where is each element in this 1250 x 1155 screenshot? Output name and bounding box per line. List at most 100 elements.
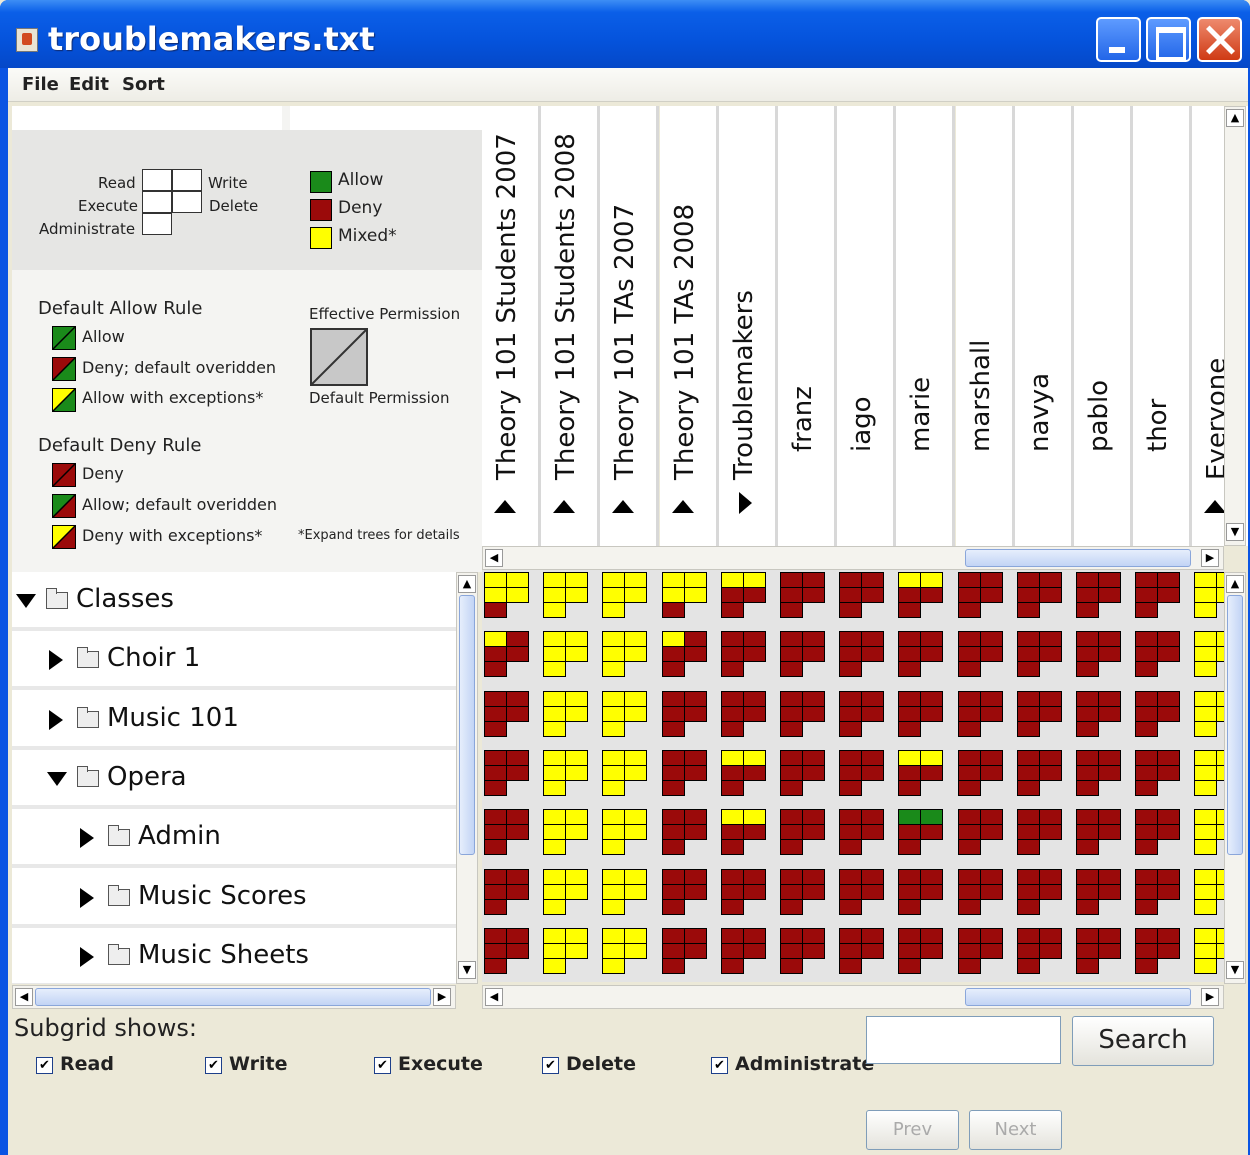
permission-cell[interactable] (543, 749, 589, 797)
permission-cell[interactable] (484, 749, 530, 797)
permission-cell[interactable] (1135, 572, 1181, 619)
permission-cell[interactable] (484, 927, 530, 975)
permission-cell[interactable] (898, 868, 944, 916)
permission-cell[interactable] (1016, 809, 1063, 856)
permission-cell[interactable] (780, 631, 826, 678)
tree-horizontal-scrollbar[interactable]: ◀ ▶ (12, 985, 456, 1009)
permission-cell[interactable] (484, 631, 530, 678)
permission-cell[interactable] (839, 927, 885, 975)
permission-cell[interactable] (661, 631, 708, 678)
tree-node[interactable]: Choir 1 (12, 631, 456, 691)
permission-cell[interactable] (898, 690, 944, 738)
permission-cell[interactable] (602, 631, 648, 678)
sort-up-icon[interactable] (494, 500, 516, 513)
scroll-down-icon[interactable]: ▼ (458, 961, 476, 979)
permission-cell[interactable] (839, 809, 885, 856)
permission-cell[interactable] (661, 868, 708, 916)
minimize-button[interactable] (1096, 17, 1141, 62)
menu-sort[interactable]: Sort (122, 74, 165, 95)
subgrid-checkbox[interactable]: ✔ (374, 1057, 391, 1074)
subgrid-checkbox-label[interactable]: Administrate (735, 1053, 874, 1075)
subgrid-checkbox-label[interactable]: Read (60, 1053, 114, 1075)
permission-cell[interactable] (484, 690, 530, 738)
permission-cell[interactable] (720, 749, 767, 797)
column-header[interactable]: Troublemakers (718, 106, 778, 546)
permission-cell[interactable] (1135, 927, 1181, 975)
permission-cell[interactable] (898, 927, 944, 975)
grid-horizontal-scrollbar[interactable]: ◀ ▶ (482, 985, 1224, 1009)
permission-cell[interactable] (602, 749, 648, 797)
permission-cell[interactable] (1076, 749, 1122, 797)
tree-vertical-scrollbar[interactable]: ▲ ▼ (456, 572, 478, 984)
permission-cell[interactable] (957, 631, 1004, 678)
expand-arrow-icon[interactable] (738, 492, 752, 514)
permission-cell[interactable] (1194, 572, 1224, 619)
column-header[interactable]: marie (896, 106, 956, 546)
permission-cell[interactable] (1016, 927, 1063, 975)
tree-node[interactable]: Classes (12, 572, 456, 631)
permission-cell[interactable] (1194, 749, 1224, 797)
column-header[interactable]: navya (1014, 106, 1074, 546)
permission-cell[interactable] (720, 809, 767, 856)
tree-node[interactable]: Music 101 (12, 691, 456, 750)
tree-node[interactable]: Music Sheets (12, 928, 456, 984)
permission-cell[interactable] (957, 690, 1004, 738)
scroll-down-icon[interactable]: ▼ (1226, 961, 1244, 979)
tree-collapsed-icon[interactable] (49, 709, 63, 730)
subgrid-checkbox[interactable]: ✔ (36, 1057, 53, 1074)
column-header[interactable]: Theory 101 TAs 2007 (600, 106, 660, 546)
tree-node[interactable]: Admin (12, 809, 456, 869)
permission-cell[interactable] (1194, 868, 1224, 916)
permission-cell[interactable] (780, 572, 826, 619)
sort-up-icon[interactable] (671, 500, 694, 513)
permission-cell[interactable] (839, 572, 885, 619)
permission-cell[interactable] (780, 809, 826, 856)
next-button[interactable]: Next (969, 1110, 1062, 1150)
search-input[interactable] (866, 1016, 1061, 1064)
close-button[interactable] (1197, 17, 1242, 62)
scroll-right-icon[interactable]: ▶ (433, 988, 451, 1006)
permission-cell[interactable] (1135, 809, 1181, 856)
permission-cell[interactable] (957, 927, 1004, 975)
permission-cell[interactable] (720, 572, 767, 619)
tree-collapsed-icon[interactable] (49, 650, 63, 671)
permission-cell[interactable] (1016, 749, 1063, 797)
prev-button[interactable]: Prev (866, 1110, 959, 1150)
scroll-thumb[interactable] (459, 595, 475, 855)
scroll-thumb[interactable] (1227, 595, 1243, 855)
tree-collapsed-icon[interactable] (80, 946, 94, 967)
permission-cell[interactable] (898, 809, 944, 856)
tree-node[interactable]: Opera (12, 750, 456, 809)
scroll-thumb[interactable] (35, 988, 431, 1006)
permission-cell[interactable] (661, 809, 708, 856)
permission-cell[interactable] (661, 690, 708, 738)
menu-file[interactable]: File (22, 74, 59, 95)
scroll-thumb[interactable] (965, 549, 1191, 567)
permission-cell[interactable] (839, 631, 885, 678)
permission-cell[interactable] (484, 809, 530, 856)
permission-cell[interactable] (839, 749, 885, 797)
menu-edit[interactable]: Edit (69, 74, 109, 95)
column-header[interactable]: franz (778, 106, 837, 546)
scroll-left-icon[interactable]: ◀ (485, 988, 503, 1006)
permission-cell[interactable] (898, 631, 944, 678)
permission-cell[interactable] (780, 868, 826, 916)
permission-cell[interactable] (1135, 868, 1181, 916)
permission-cell[interactable] (1076, 809, 1122, 856)
permission-cell[interactable] (484, 868, 530, 916)
scroll-thumb[interactable] (965, 988, 1191, 1006)
column-header[interactable]: Theory 101 Students 2008 (541, 106, 601, 546)
subgrid-checkbox[interactable]: ✔ (205, 1057, 222, 1074)
permission-cell[interactable] (602, 572, 648, 619)
permission-cell[interactable] (720, 868, 767, 916)
scroll-up-icon[interactable]: ▲ (1226, 109, 1244, 127)
column-header[interactable]: Theory 101 TAs 2008 (659, 106, 719, 546)
permission-cell[interactable] (957, 572, 1004, 619)
subgrid-checkbox[interactable]: ✔ (711, 1057, 728, 1074)
scroll-right-icon[interactable]: ▶ (1201, 988, 1219, 1006)
subgrid-checkbox-label[interactable]: Write (229, 1053, 287, 1075)
tree-expanded-icon[interactable] (16, 594, 36, 608)
scroll-left-icon[interactable]: ◀ (485, 549, 503, 567)
tree-collapsed-icon[interactable] (80, 828, 94, 849)
permission-cell[interactable] (661, 749, 708, 797)
